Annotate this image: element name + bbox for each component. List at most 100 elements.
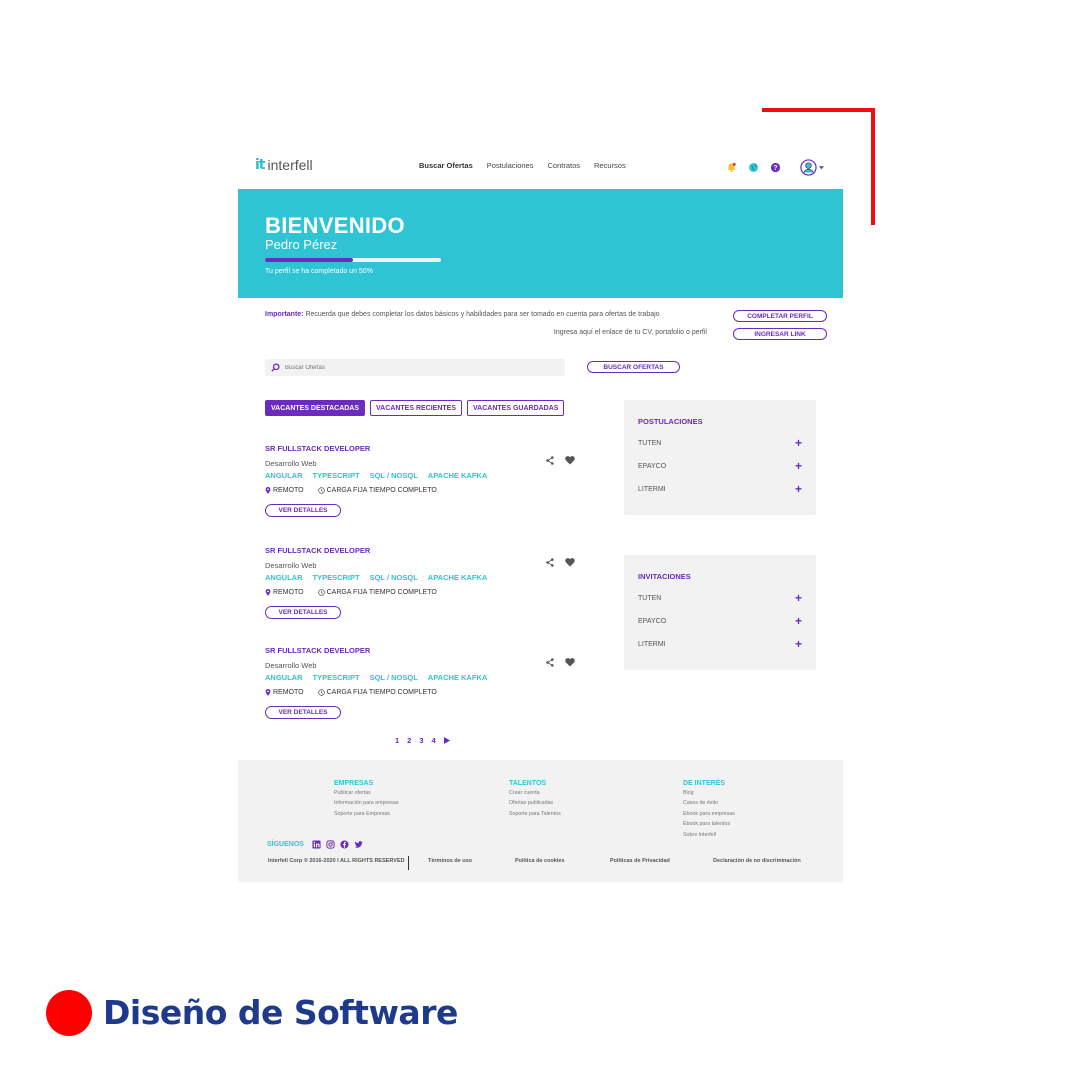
footer-link[interactable]: Crear cuenta [509, 790, 561, 796]
user-menu[interactable] [800, 159, 825, 176]
footer-link[interactable]: Sobre Interfell [683, 832, 735, 838]
job-card: SR FULLSTACK DEVELOPER Desarrollo Web AN… [265, 646, 575, 726]
share-icon[interactable] [546, 558, 554, 567]
nav-recursos[interactable]: Recursos [594, 161, 626, 170]
job-location-text: REMOTO [273, 689, 304, 696]
applications-item[interactable]: LITERMI + [638, 483, 802, 495]
instagram-icon[interactable] [326, 840, 335, 849]
view-details-button[interactable]: VER DETALLES [265, 504, 341, 517]
location-pin-icon [265, 589, 271, 596]
add-link-button[interactable]: INGRESAR LINK [733, 328, 827, 340]
tab-vacantes-recientes[interactable]: VACANTES RECIENTES [370, 400, 463, 416]
clock-icon [317, 689, 325, 696]
user-name: Pedro Pérez [265, 237, 338, 252]
brand-logo[interactable]: it interfell [255, 157, 313, 173]
globe-icon[interactable] [748, 162, 759, 173]
footer-link[interactable]: Ofertas publicadas [509, 800, 561, 806]
job-tag: APACHE KAFKA [427, 573, 488, 582]
plus-icon[interactable]: + [795, 460, 802, 472]
invitations-item[interactable]: TUTEN + [638, 592, 802, 604]
page-link[interactable]: 1 [395, 736, 399, 745]
logo-text: interfell [267, 157, 313, 173]
applications-title: POSTULACIONES [638, 417, 703, 426]
job-card: SR FULLSTACK DEVELOPER Desarrollo Web AN… [265, 444, 575, 524]
help-icon[interactable]: ? [770, 162, 781, 173]
complete-profile-button[interactable]: COMPLETAR PERFIL [733, 310, 827, 322]
nav-buscar-ofertas[interactable]: Buscar Ofertas [419, 161, 473, 170]
footer-link[interactable]: Casos de éxito [683, 800, 735, 806]
heart-icon[interactable] [565, 658, 575, 667]
job-location: REMOTO [265, 689, 304, 696]
legal-link-nondiscrimination[interactable]: Declaración de no discriminación [713, 858, 801, 864]
plus-icon[interactable]: + [795, 638, 802, 650]
nav-postulaciones[interactable]: Postulaciones [487, 161, 534, 170]
job-schedule: CARGA FIJA TIEMPO COMPLETO [317, 689, 437, 696]
plus-icon[interactable]: + [795, 615, 802, 627]
job-title[interactable]: SR FULLSTACK DEVELOPER [265, 444, 370, 453]
job-tag: TYPESCRIPT [312, 673, 360, 682]
page-link[interactable]: 4 [432, 736, 436, 745]
legal-link-privacy[interactable]: Políticas de Privacidad [610, 858, 670, 864]
webpage-mockup: it interfell Buscar Ofertas Postulacione… [238, 145, 843, 882]
job-meta: REMOTO CARGA FIJA TIEMPO COMPLETO [265, 689, 437, 696]
view-details-button[interactable]: VER DETALLES [265, 606, 341, 619]
plus-icon[interactable]: + [795, 483, 802, 495]
header-actions: ? [726, 159, 825, 176]
legal-link-terms[interactable]: Términos de uso [428, 858, 472, 864]
tab-vacantes-destacadas[interactable]: VACANTES DESTACADAS [265, 400, 366, 416]
heart-icon[interactable] [565, 558, 575, 567]
footer-link[interactable]: Ebook para talentos [683, 821, 735, 827]
applications-panel: POSTULACIONES TUTEN + EPAYCO + LITERMI + [624, 400, 816, 515]
clock-icon [317, 487, 325, 494]
footer-heading: EMPRESAS [334, 780, 374, 787]
tab-vacantes-guardadas[interactable]: VACANTES GUARDADAS [467, 400, 565, 416]
facebook-icon[interactable] [340, 840, 349, 849]
social-label: SÍGUENOS [267, 841, 304, 848]
search-bar [265, 359, 565, 376]
nav-contratos[interactable]: Contratos [547, 161, 580, 170]
footer-divider [408, 856, 409, 870]
search-offers-button[interactable]: BUSCAR OFERTAS [587, 361, 680, 373]
applications-item[interactable]: EPAYCO + [638, 460, 802, 472]
linkedin-icon[interactable] [312, 840, 321, 849]
footer-column-empresas: EMPRESAS Publicar ofertas Información pa… [334, 780, 398, 821]
invitations-item[interactable]: EPAYCO + [638, 615, 802, 627]
logo-mark: it [255, 157, 265, 173]
job-tag: ANGULAR [265, 471, 303, 480]
footer-link[interactable]: Soporte para Empresas [334, 811, 398, 817]
footer-link[interactable]: Ebook para empresas [683, 811, 735, 817]
job-tag: APACHE KAFKA [427, 471, 488, 480]
view-details-button[interactable]: VER DETALLES [265, 706, 341, 719]
pagination: 1 2 3 4 [395, 736, 450, 745]
job-title[interactable]: SR FULLSTACK DEVELOPER [265, 546, 370, 555]
page-link[interactable]: 2 [407, 736, 411, 745]
footer-column-talentos: TALENTOS Crear cuenta Ofertas publicadas… [509, 780, 561, 821]
footer-link[interactable]: Publicar ofertas [334, 790, 398, 796]
share-icon[interactable] [546, 456, 554, 465]
plus-icon[interactable]: + [795, 592, 802, 604]
job-tag: SQL / NOSQL [369, 471, 418, 480]
invitations-item[interactable]: LITERMI + [638, 638, 802, 650]
footer-link[interactable]: Información para empresas [334, 800, 398, 806]
applications-item[interactable]: TUTEN + [638, 437, 802, 449]
share-icon[interactable] [546, 658, 554, 667]
profile-progress-bar [265, 258, 441, 262]
job-title[interactable]: SR FULLSTACK DEVELOPER [265, 646, 370, 655]
search-input[interactable] [283, 363, 527, 372]
twitter-icon[interactable] [354, 840, 363, 849]
triangle-right-icon[interactable] [443, 737, 450, 744]
job-meta: REMOTO CARGA FIJA TIEMPO COMPLETO [265, 589, 437, 596]
footer-link[interactable]: Soporte para Talentos [509, 811, 561, 817]
job-tag: SQL / NOSQL [369, 573, 418, 582]
job-location-text: REMOTO [273, 487, 304, 494]
job-actions [546, 658, 575, 667]
footer-link[interactable]: Blog [683, 790, 735, 796]
company-name: TUTEN [638, 439, 662, 447]
location-pin-icon [265, 689, 271, 696]
plus-icon[interactable]: + [795, 437, 802, 449]
welcome-banner: BIENVENIDO Pedro Pérez Tu perfil se ha c… [238, 189, 843, 298]
heart-icon[interactable] [565, 456, 575, 465]
page-link[interactable]: 3 [419, 736, 423, 745]
bell-icon[interactable] [726, 162, 737, 173]
legal-link-cookies[interactable]: Política de cookies [515, 858, 565, 864]
